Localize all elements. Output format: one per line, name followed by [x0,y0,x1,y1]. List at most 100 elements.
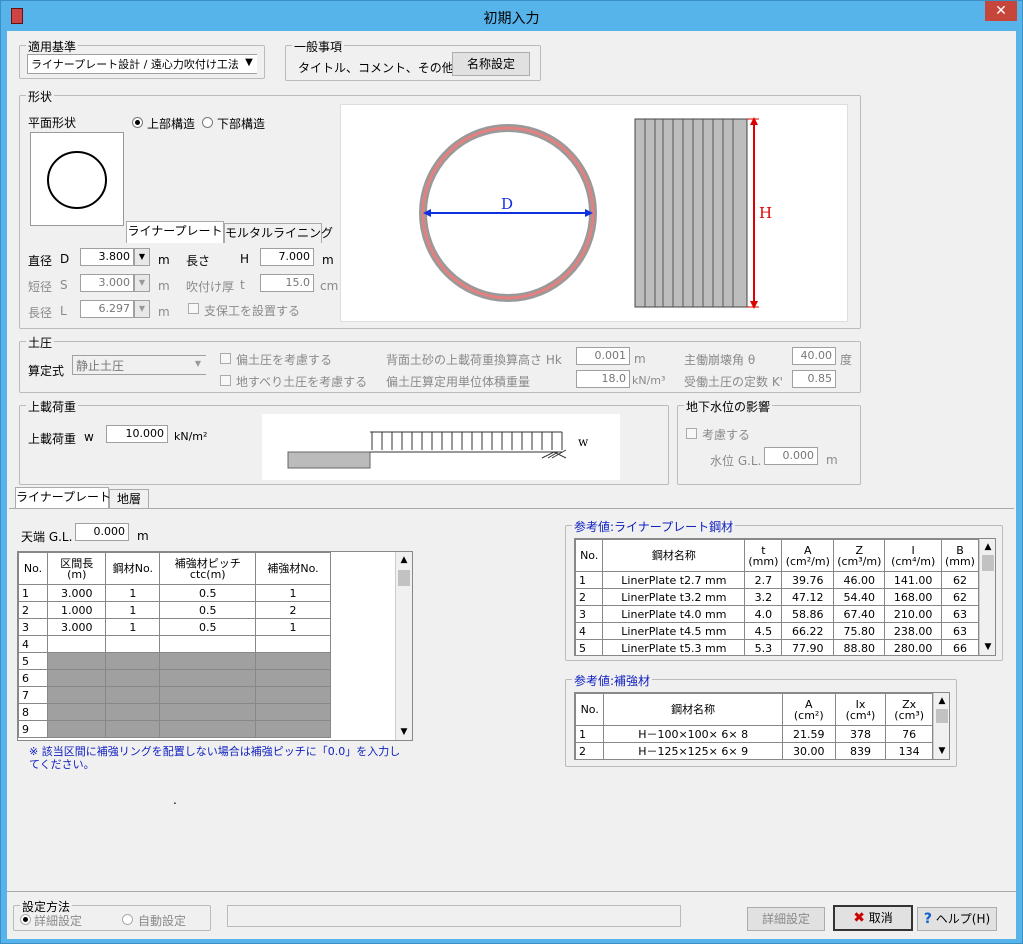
diameter-dropdown-icon[interactable]: ▼ [134,248,150,266]
ref-stiffener-scrollbar[interactable]: ▲ ▼ [933,693,949,759]
ref-stiffener-scroll-down-icon[interactable]: ▼ [934,743,949,759]
scroll-down-icon[interactable]: ▼ [396,724,412,740]
ref-stiffener-row[interactable]: 1 H－100×100× 6× 8 21.59 378 76 [575,725,933,743]
section-cell[interactable]: 3.000 [47,618,107,636]
ref-plate-scrollbar[interactable]: ▲ ▼ [979,539,995,655]
ref-plate-row[interactable]: 2 LinerPlate t3.2 mm 3.2 47.12 54.40 168.00 62 [575,588,980,606]
plane-shape-preview[interactable] [30,132,124,226]
tab-strata[interactable]: 地層 [109,489,149,509]
upper-structure-radio[interactable] [132,117,143,128]
diameter-input[interactable]: 3.800 [80,248,134,266]
section-cell[interactable] [47,669,107,687]
scroll-thumb[interactable] [398,570,410,586]
section-cell[interactable] [255,635,331,653]
help-button[interactable]: ? ヘルプ(H) [917,907,997,931]
ref-stiffener-cell[interactable]: 378 [834,725,887,743]
standard-select[interactable]: ライナープレート設計 / 遠心力吹付け工法 [27,54,257,74]
top-gl-input[interactable]: 0.000 [75,523,129,541]
ref-plate-cell[interactable]: 58.86 [781,605,835,623]
section-row[interactable]: 4 [18,635,331,653]
section-row[interactable]: 6 [18,669,331,687]
passive-coef-input[interactable]: 0.85 [792,370,836,388]
section-cell[interactable]: 1.000 [47,601,107,619]
section-cell[interactable]: 1 [255,618,331,636]
ref-stiffener-cell[interactable]: H－125×125× 6× 9 [603,742,783,759]
landslide-pressure-checkbox[interactable] [220,375,231,386]
section-row[interactable]: 2 1.000 1 0.5 2 [18,601,331,619]
ref-plate-cell[interactable]: 4.0 [744,605,783,623]
ref-plate-cell[interactable]: 4.5 [744,622,783,640]
long-axis-dropdown-icon[interactable]: ▼ [134,300,150,318]
spray-thickness-input[interactable]: 15.0 [260,274,314,292]
ref-plate-cell[interactable]: LinerPlate t4.0 mm [602,605,746,623]
section-cell[interactable] [255,669,331,687]
ref-plate-row[interactable]: 5 LinerPlate t5.3 mm 5.3 77.90 88.80 280.00 66 [575,639,980,655]
ref-stiffener-cell[interactable]: 839 [834,742,887,759]
ref-plate-cell[interactable]: 66.22 [781,622,835,640]
section-cell[interactable] [255,720,331,738]
ref-plate-cell[interactable]: LinerPlate t4.5 mm [602,622,746,640]
section-cell[interactable] [159,652,257,670]
tab-mortar-lining[interactable]: モルタルライニング [224,223,333,243]
ref-plate-cell[interactable]: 66 [940,639,980,655]
ref-plate-cell[interactable]: 88.80 [833,639,886,655]
section-row[interactable]: 1 3.000 1 0.5 1 [18,584,331,602]
tab-liner-plate-shape[interactable]: ライナープレート [126,221,224,243]
ref-plate-cell[interactable]: 2.7 [744,571,783,589]
ref-plate-cell[interactable]: 5.3 [744,639,783,655]
section-cell[interactable] [159,635,257,653]
section-cell[interactable]: 1 [105,584,161,602]
ref-plate-cell[interactable]: 54.40 [833,588,886,606]
short-axis-dropdown-icon[interactable]: ▼ [134,274,150,292]
ref-plate-cell[interactable]: 75.80 [833,622,886,640]
section-cell[interactable] [105,652,161,670]
section-row[interactable]: 9 [18,720,331,738]
auto-method-radio[interactable] [122,914,133,925]
section-cell[interactable]: 1 [105,618,161,636]
calc-method-select[interactable]: 静止土圧 [72,355,206,375]
detail-setting-button[interactable]: 詳細設定 [747,907,825,931]
name-setting-button[interactable]: 名称設定 [452,52,530,76]
section-cell[interactable]: 0.5 [159,584,257,602]
ref-stiffener-cell[interactable]: H－100×100× 6× 8 [603,725,783,743]
section-cell[interactable] [47,686,107,704]
ref-plate-cell[interactable]: LinerPlate t2.7 mm [602,571,746,589]
section-cell[interactable] [47,635,107,653]
section-row[interactable]: 7 [18,686,331,704]
surcharge-input[interactable]: 10.000 [106,425,168,443]
close-button[interactable]: ✕ [985,1,1017,21]
ref-plate-cell[interactable]: 46.00 [833,571,886,589]
ref-plate-cell[interactable]: 67.40 [833,605,886,623]
length-input[interactable]: 7.000 [260,248,314,266]
section-cell[interactable] [159,669,257,687]
section-cell[interactable] [159,703,257,721]
standard-dropdown-icon[interactable]: ▼ [241,55,257,73]
ref-plate-row[interactable]: 4 LinerPlate t4.5 mm 4.5 66.22 75.80 238.00 63 [575,622,980,640]
ref-stiffener-scroll-thumb[interactable] [936,709,948,723]
ref-stiffener-cell[interactable]: 21.59 [781,725,836,743]
section-cell[interactable] [47,703,107,721]
section-cell[interactable] [105,635,161,653]
short-axis-input[interactable]: 3.000 [80,274,134,292]
ref-plate-cell[interactable]: 210.00 [884,605,942,623]
ref-plate-cell[interactable]: 280.00 [884,639,942,655]
section-cell[interactable] [159,720,257,738]
section-table-scrollbar[interactable]: ▲ ▼ [395,552,412,740]
ref-plate-scroll-up-icon[interactable]: ▲ [980,539,995,555]
section-cell[interactable] [105,703,161,721]
scroll-up-icon[interactable]: ▲ [396,552,412,568]
section-cell[interactable] [105,720,161,738]
ref-plate-cell[interactable]: LinerPlate t3.2 mm [602,588,746,606]
section-cell[interactable]: 0.5 [159,601,257,619]
ref-plate-cell[interactable]: 141.00 [884,571,942,589]
ref-plate-cell[interactable]: 62 [940,571,980,589]
lower-structure-radio[interactable] [202,117,213,128]
section-row[interactable]: 3 3.000 1 0.5 1 [18,618,331,636]
section-cell[interactable]: 3.000 [47,584,107,602]
section-cell[interactable] [255,703,331,721]
section-cell[interactable] [105,686,161,704]
section-cell[interactable] [47,720,107,738]
section-cell[interactable]: 2 [255,601,331,619]
groundwater-checkbox[interactable] [686,428,697,439]
ref-plate-scroll-thumb[interactable] [982,555,994,571]
